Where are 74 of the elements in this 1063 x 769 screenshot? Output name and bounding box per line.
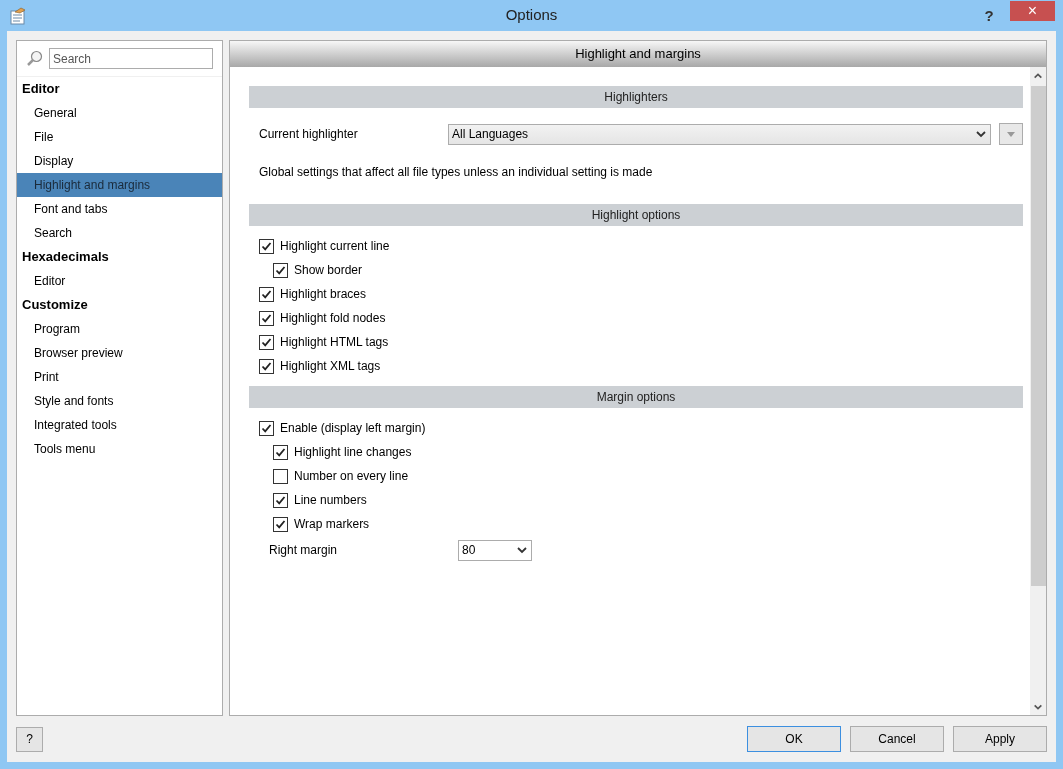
checkmark-icon (275, 264, 286, 276)
search-field[interactable]: Search (49, 48, 213, 69)
search-icon (26, 50, 43, 67)
section-header: Highlight options (249, 204, 1023, 226)
checkbox-label: Show border (294, 262, 363, 279)
sidebar-item[interactable]: Display (17, 149, 222, 173)
checkbox[interactable] (259, 310, 274, 326)
checkbox-label: Highlight XML tags (280, 358, 381, 375)
sidebar-item[interactable]: File (17, 125, 222, 149)
checkbox-label: Highlight HTML tags (280, 334, 389, 351)
sidebar-item[interactable]: Tools menu (17, 437, 222, 461)
sidebar-item[interactable]: General (17, 101, 222, 125)
checkmark-icon (261, 336, 272, 348)
checkbox[interactable] (273, 516, 288, 532)
checkmark-icon (261, 288, 272, 300)
scroll-down-icon[interactable] (1033, 702, 1043, 712)
dialog-button[interactable]: Apply (953, 726, 1047, 752)
sidebar-group[interactable]: Customize (17, 293, 222, 317)
checkmark-icon (261, 312, 272, 324)
margin-dropdown[interactable]: 80 (458, 539, 532, 561)
checkbox[interactable] (259, 358, 274, 374)
help-button[interactable]: ? (976, 4, 1002, 27)
checkbox-label: Highlight braces (280, 286, 367, 303)
checkbox[interactable] (259, 420, 274, 436)
checkbox-label: Enable (display left margin) (280, 420, 426, 437)
sidebar-item[interactable]: Search (17, 221, 222, 245)
sidebar-group[interactable]: Hexadecimals (17, 245, 222, 269)
checkbox-label: Line numbers (294, 492, 367, 509)
section-header: Margin options (249, 386, 1023, 408)
sidebar-item[interactable]: Browser preview (17, 341, 222, 365)
checkbox[interactable] (273, 468, 288, 484)
checkmark-icon (261, 422, 272, 434)
page-header: Highlight and margins (230, 41, 1046, 67)
checkbox-label: Highlight fold nodes (280, 310, 386, 327)
checkmark-icon (275, 518, 286, 530)
chevron-down-icon (516, 544, 528, 556)
checkbox[interactable] (259, 334, 274, 350)
checkbox[interactable] (273, 492, 288, 508)
checkbox[interactable] (259, 238, 274, 254)
checkbox[interactable] (259, 286, 274, 302)
section-header: Highlighters (249, 86, 1023, 108)
sidebar-item[interactable]: Style and fonts (17, 389, 222, 413)
app-icon (9, 6, 27, 25)
close-button[interactable]: × (1010, 0, 1055, 21)
sidebar-item[interactable]: Editor (17, 269, 222, 293)
scrollbar[interactable] (1030, 67, 1046, 715)
window-title: Options (505, 5, 558, 26)
description-text: Global settings that affect all file types unless an individual setting is made (258, 164, 654, 181)
checkmark-icon (261, 240, 272, 252)
help-button[interactable]: ? (16, 726, 43, 752)
dialog-button[interactable]: Cancel (850, 726, 944, 752)
checkbox-label: Number on every line (294, 468, 409, 485)
chevron-down-icon (975, 128, 987, 140)
highlighter-dropdown[interactable]: All Languages (448, 123, 991, 145)
checkbox-label: Highlight line changes (294, 444, 412, 461)
checkmark-icon (275, 446, 286, 458)
checkbox-label: Wrap markers (294, 516, 370, 533)
dialog-button[interactable]: OK (747, 726, 841, 752)
field-label: Right margin (269, 542, 339, 559)
scrollbar-thumb[interactable] (1030, 86, 1046, 586)
checkbox[interactable] (273, 444, 288, 460)
sidebar-group[interactable]: Editor (17, 77, 222, 101)
checkmark-icon (261, 360, 272, 372)
sidebar-item[interactable]: Integrated tools (17, 413, 222, 437)
sidebar-item[interactable]: Highlight and margins (17, 173, 222, 197)
checkmark-icon (275, 494, 286, 506)
scroll-up-icon[interactable] (1033, 71, 1043, 81)
sidebar-item[interactable]: Font and tabs (17, 197, 222, 221)
checkbox-label: Highlight current line (280, 238, 390, 255)
triangle-down-icon (1007, 131, 1015, 137)
sidebar-item[interactable]: Program (17, 317, 222, 341)
checkbox[interactable] (273, 262, 288, 278)
field-label: Current highlighter (259, 126, 359, 143)
sidebar-item[interactable]: Print (17, 365, 222, 389)
